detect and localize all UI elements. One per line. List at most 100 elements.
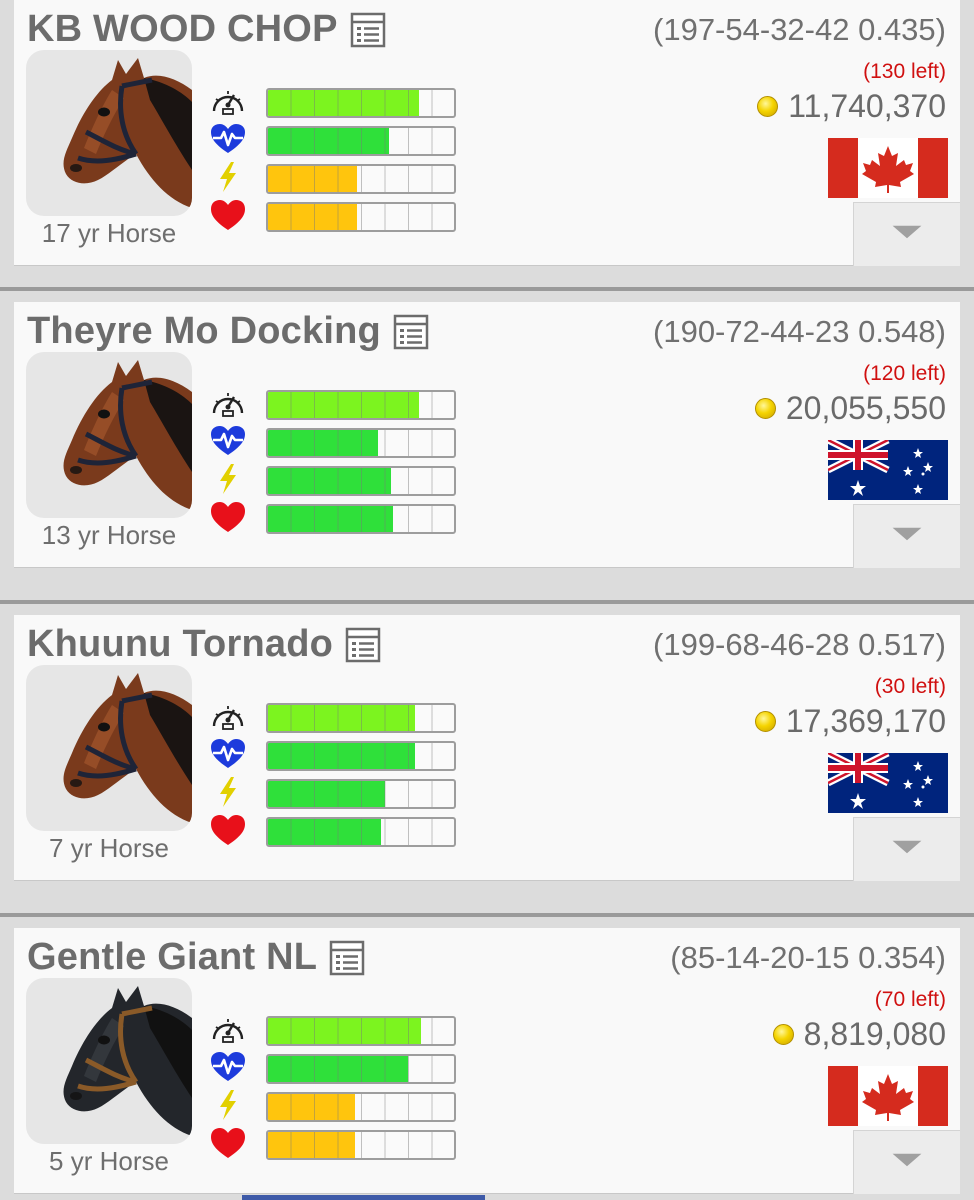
stat-bar-segments: [268, 743, 454, 769]
race-record: (190-72-44-23 0.548): [653, 314, 946, 349]
heart-icon: [210, 199, 246, 231]
speedometer-icon: [210, 387, 246, 419]
races-left: (30 left): [874, 675, 946, 698]
chevron-down-icon: [889, 1150, 925, 1175]
stat-bar-segments: [268, 506, 454, 532]
stat-bar-segments: [268, 1132, 454, 1158]
card-separator: [0, 913, 974, 917]
horse-name-row: Theyre Mo Docking: [27, 310, 429, 353]
horse-age: 7 yr Horse: [49, 833, 169, 863]
heartbeat-icon: [210, 738, 246, 770]
heartbeat-icon: [210, 1051, 246, 1083]
speedometer-icon: [210, 700, 246, 732]
horse-name[interactable]: Khuunu Tornado: [27, 623, 333, 666]
horse-name[interactable]: Gentle Giant NL: [27, 936, 317, 979]
horse-card[interactable]: Theyre Mo Docking (190-72-44-23 0.548) (12…: [14, 302, 960, 568]
earnings: 17,369,170: [754, 703, 946, 740]
races-left: (130 left): [863, 60, 946, 83]
document-icon[interactable]: [393, 314, 429, 350]
stat-bar-stamina: [266, 126, 456, 156]
stat-bar-segments: [268, 819, 454, 845]
stat-bar-segments: [268, 430, 454, 456]
stat-bar-energy: [266, 779, 456, 809]
expand-button[interactable]: [853, 202, 960, 266]
canada-flag-icon: [828, 138, 948, 198]
horse-age: 13 yr Horse: [41, 520, 177, 550]
stat-bar-stamina: [266, 741, 456, 771]
horse-card[interactable]: KB WOOD CHOP (197-54-32-42 0.435) (130 lef…: [14, 0, 960, 266]
coin-icon: [754, 398, 776, 419]
earnings: 8,819,080: [772, 1016, 946, 1053]
race-record: (197-54-32-42 0.435): [653, 12, 946, 47]
speedometer-icon: [210, 1013, 246, 1045]
horse-name[interactable]: KB WOOD CHOP: [27, 8, 338, 51]
lightning-icon: [210, 463, 246, 495]
stat-bar-energy: [266, 164, 456, 194]
lightning-icon: [210, 161, 246, 193]
stat-bar-energy: [266, 466, 456, 496]
horse-name-row: KB WOOD CHOP: [27, 8, 386, 51]
tab-indicator: [242, 1195, 485, 1200]
stat-bar-stamina: [266, 1054, 456, 1084]
horse-portrait[interactable]: [26, 50, 192, 216]
stat-bar-segments: [268, 705, 454, 731]
coin-icon: [772, 1024, 794, 1045]
heart-icon: [210, 1127, 246, 1159]
earnings-value: 17,369,170: [785, 703, 946, 739]
heartbeat-icon: [210, 425, 246, 457]
horse-portrait[interactable]: [26, 665, 192, 831]
stat-bar-speed: [266, 1016, 456, 1046]
race-record: (199-68-46-28 0.517): [653, 627, 946, 662]
earnings-value: 8,819,080: [803, 1016, 946, 1052]
coin-icon: [754, 711, 776, 732]
australia-flag-icon: [826, 749, 948, 813]
speedometer-icon: [210, 85, 246, 117]
horse-card[interactable]: Gentle Giant NL (85-14-20-15 0.354) (70 le…: [14, 928, 960, 1194]
card-separator: [0, 287, 974, 291]
race-record: (85-14-20-15 0.354): [670, 940, 946, 975]
heart-icon: [210, 501, 246, 533]
lightning-icon: [210, 776, 246, 808]
stat-bar-segments: [268, 166, 454, 192]
canada-flag-icon: [828, 1066, 948, 1126]
stat-bar-health: [266, 504, 456, 534]
stat-bar-segments: [268, 1018, 454, 1044]
horse-age: 17 yr Horse: [41, 218, 177, 248]
earnings-value: 11,740,370: [788, 88, 946, 124]
stat-bar-speed: [266, 390, 456, 420]
horse-name-row: Khuunu Tornado: [27, 623, 381, 666]
heart-icon: [210, 814, 246, 846]
stat-bar-segments: [268, 781, 454, 807]
chevron-down-icon: [889, 222, 925, 247]
stat-bar-speed: [266, 703, 456, 733]
horse-name[interactable]: Theyre Mo Docking: [27, 310, 381, 353]
stat-bar-stamina: [266, 428, 456, 458]
stat-bar-health: [266, 202, 456, 232]
stat-bar-segments: [268, 128, 454, 154]
expand-button[interactable]: [853, 1130, 960, 1194]
lightning-icon: [210, 1089, 246, 1121]
races-left: (120 left): [863, 362, 946, 385]
stat-bar-segments: [268, 90, 454, 116]
horse-portrait[interactable]: [26, 352, 192, 518]
australia-flag-icon: [826, 436, 948, 500]
stat-bar-segments: [268, 392, 454, 418]
horse-portrait[interactable]: [26, 978, 192, 1144]
document-icon[interactable]: [329, 940, 365, 976]
earnings: 20,055,550: [754, 390, 946, 427]
stat-bar-segments: [268, 1094, 454, 1120]
stat-bar-segments: [268, 1056, 454, 1082]
horse-name-row: Gentle Giant NL: [27, 936, 365, 979]
expand-button[interactable]: [853, 817, 960, 881]
stat-bar-health: [266, 817, 456, 847]
races-left: (70 left): [874, 988, 946, 1011]
document-icon[interactable]: [350, 12, 386, 48]
horse-age: 5 yr Horse: [49, 1146, 169, 1176]
stat-bar-speed: [266, 88, 456, 118]
document-icon[interactable]: [345, 627, 381, 663]
earnings-value: 20,055,550: [785, 390, 946, 426]
coin-icon: [757, 96, 779, 117]
expand-button[interactable]: [853, 504, 960, 568]
horse-card[interactable]: Khuunu Tornado (199-68-46-28 0.517) (30 le…: [14, 615, 960, 881]
earnings: 11,740,370: [757, 88, 946, 125]
